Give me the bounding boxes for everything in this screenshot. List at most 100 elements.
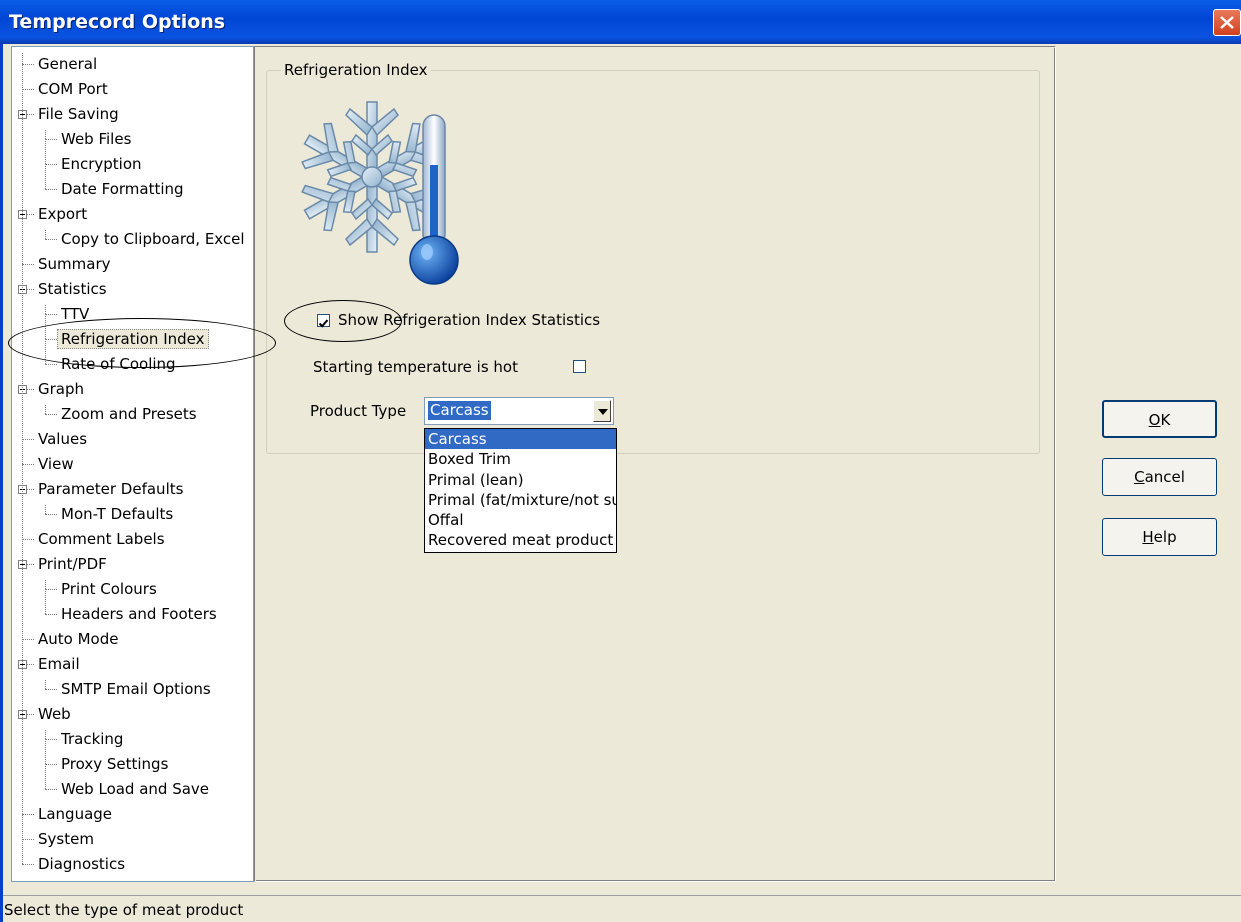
tree-item-auto-mode[interactable]: Auto Mode (38, 628, 118, 650)
tree-connector (22, 464, 34, 465)
status-bar: Select the type of meat product (3, 895, 1241, 922)
tree-connector (22, 53, 23, 864)
tree-connector (45, 789, 57, 790)
product-type-option[interactable]: Primal (fat/mixture/not su (425, 490, 616, 510)
tree-connector (45, 239, 57, 240)
tree-connector (45, 139, 46, 164)
tree-item-graph[interactable]: Graph (38, 378, 84, 400)
tree-connector (22, 264, 34, 265)
tree-item-label: Tracking (61, 730, 124, 748)
tree-item-label: Print/PDF (38, 555, 107, 573)
snowflake-thermometer-icon (300, 101, 459, 285)
tree-item-export[interactable]: Export (38, 203, 87, 225)
tree-item-print-colours[interactable]: Print Colours (61, 578, 157, 600)
tree-connector (45, 164, 57, 165)
tree-connector (22, 539, 34, 540)
tree-item-label: Encryption (61, 155, 142, 173)
tree-item-parameter-defaults[interactable]: Parameter Defaults (38, 478, 183, 500)
tree-item-smtp-email-options[interactable]: SMTP Email Options (61, 678, 211, 700)
product-type-value: Carcass (428, 401, 491, 420)
status-text: Select the type of meat product (4, 901, 244, 919)
tree-item-proxy-settings[interactable]: Proxy Settings (61, 753, 168, 775)
tree-item-label: Proxy Settings (61, 755, 169, 773)
tree-connector (45, 189, 57, 190)
dropdown-arrow-icon[interactable] (593, 400, 611, 422)
tree-connector (45, 505, 46, 514)
tree-item-label: Diagnostics (38, 855, 126, 873)
tree-connector (45, 164, 46, 189)
product-type-option[interactable]: Boxed Trim (425, 449, 616, 469)
tree-item-label: COM Port (38, 80, 108, 98)
tree-item-label: System (38, 830, 94, 848)
tree-item-label: Web (38, 705, 71, 723)
tree-connector (22, 814, 34, 815)
tree-item-headers-and-footers[interactable]: Headers and Footers (61, 603, 217, 625)
tree-item-encryption[interactable]: Encryption (61, 153, 142, 175)
tree-item-summary[interactable]: Summary (38, 253, 111, 275)
tree-item-print-pdf[interactable]: Print/PDF (38, 553, 107, 575)
tree-connector (22, 89, 34, 90)
window-title: Temprecord Options (9, 11, 226, 33)
tree-connector (45, 764, 57, 765)
tree-item-label: Print Colours (61, 580, 157, 598)
tree-connector (45, 305, 46, 314)
tree-connector (45, 764, 46, 789)
tree-item-label: File Saving (38, 105, 119, 123)
group-title: Refrigeration Index (281, 61, 431, 79)
tree-item-label: Export (38, 205, 88, 223)
annotation-ellipse (284, 300, 402, 342)
tree-connector (45, 589, 46, 614)
tree-item-copy-to-clipboard-excel[interactable]: Copy to Clipboard, Excel (61, 228, 245, 250)
starting-hot-label[interactable]: Starting temperature is hot (313, 358, 518, 376)
close-button[interactable] (1213, 9, 1241, 36)
product-type-option[interactable]: Offal (425, 510, 616, 530)
tree-item-label: Values (38, 430, 88, 448)
product-type-combo[interactable]: Carcass (424, 397, 614, 425)
ok-button[interactable]: OK (1102, 400, 1217, 438)
tree-item-statistics[interactable]: Statistics (38, 278, 107, 300)
tree-connector (22, 639, 34, 640)
tree-item-comment-labels[interactable]: Comment Labels (38, 528, 165, 550)
tree-connector (22, 64, 34, 65)
title-bar: Temprecord Options (0, 0, 1241, 44)
tree-item-com-port[interactable]: COM Port (38, 78, 108, 100)
tree-connector (45, 739, 46, 764)
tree-item-mon-t-defaults[interactable]: Mon-T Defaults (61, 503, 173, 525)
tree-item-web-files[interactable]: Web Files (61, 128, 131, 150)
tree-item-label: Web Files (61, 130, 132, 148)
tree-connector (45, 514, 57, 515)
tree-item-label: Zoom and Presets (61, 405, 197, 423)
cancel-button[interactable]: Cancel (1102, 458, 1217, 496)
tree-connector (22, 439, 34, 440)
tree-connector (45, 680, 46, 689)
product-type-option[interactable]: Recovered meat product (425, 530, 616, 550)
tree-item-zoom-and-presets[interactable]: Zoom and Presets (61, 403, 197, 425)
starting-hot-checkbox[interactable] (573, 360, 586, 373)
tree-item-web-load-and-save[interactable]: Web Load and Save (61, 778, 209, 800)
product-type-label: Product Type (310, 402, 407, 420)
tree-connector (45, 414, 57, 415)
tree-connector (22, 839, 34, 840)
tree-item-general[interactable]: General (38, 53, 97, 75)
tree-connector (45, 139, 57, 140)
tree-item-label: Language (38, 805, 113, 823)
tree-item-file-saving[interactable]: File Saving (38, 103, 119, 125)
options-tree[interactable]: General COM Port File Saving Web Files Encry… (11, 46, 254, 882)
tree-item-label: SMTP Email Options (61, 680, 211, 698)
tree-item-tracking[interactable]: Tracking (61, 728, 123, 750)
tree-item-system[interactable]: System (38, 828, 94, 850)
tree-item-language[interactable]: Language (38, 803, 112, 825)
tree-item-label: Statistics (38, 280, 107, 298)
product-type-option[interactable]: Carcass (425, 429, 616, 450)
tree-item-email[interactable]: Email (38, 653, 80, 675)
help-button[interactable]: Help (1102, 518, 1217, 556)
tree-item-date-formatting[interactable]: Date Formatting (61, 178, 184, 200)
tree-item-web[interactable]: Web (38, 703, 71, 725)
tree-item-values[interactable]: Values (38, 428, 87, 450)
tree-item-diagnostics[interactable]: Diagnostics (38, 853, 125, 875)
product-type-list[interactable]: Carcass Boxed Trim Primal (lean) Primal (fa… (424, 428, 617, 553)
tree-item-label: Comment Labels (38, 530, 165, 548)
tree-item-view[interactable]: View (38, 453, 74, 475)
tree-item-label: Summary (38, 255, 111, 273)
product-type-option[interactable]: Primal (lean) (425, 470, 616, 490)
